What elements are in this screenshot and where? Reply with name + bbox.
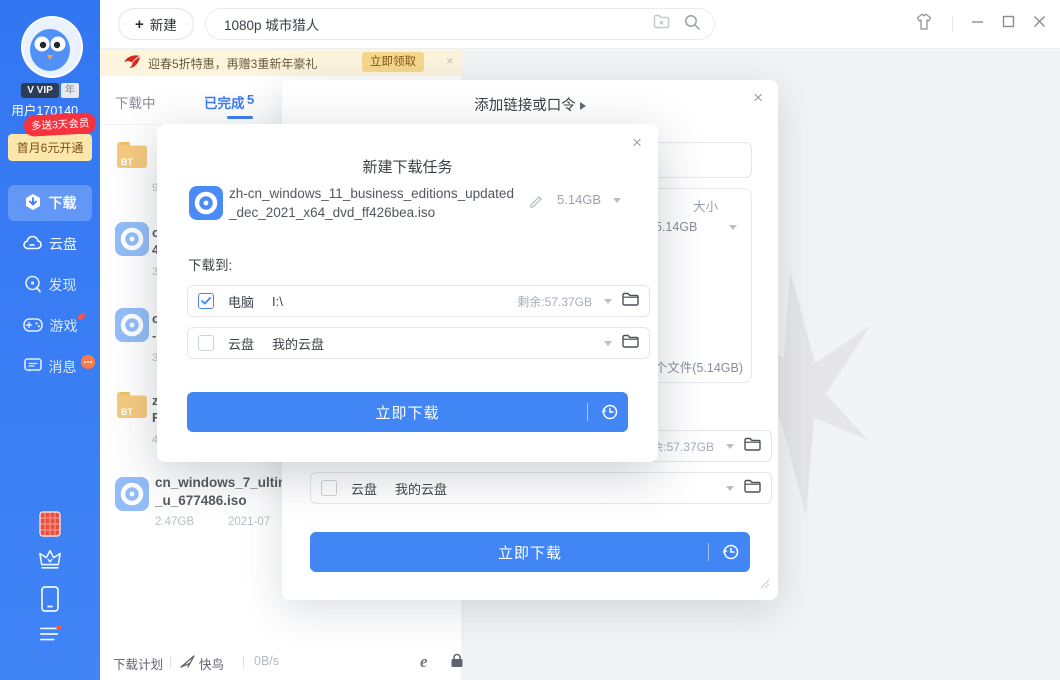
- iso-disc-icon: [115, 308, 149, 342]
- gamepad-icon: [23, 318, 43, 335]
- sidebar-item-messages[interactable]: 消息: [0, 349, 100, 385]
- discover-icon: [24, 275, 42, 296]
- chevron-down-icon[interactable]: [613, 198, 621, 203]
- close-button[interactable]: [1033, 15, 1046, 33]
- file-size-value: 5.14GB: [655, 220, 697, 234]
- chevron-down-icon[interactable]: [726, 486, 734, 491]
- titlebar: + 新建: [100, 0, 1060, 49]
- iso-file-icon: [189, 186, 223, 220]
- folder-browse-icon[interactable]: [622, 292, 639, 311]
- vip-year-tag: 年: [61, 83, 79, 98]
- vip-badge[interactable]: V VIP 年: [0, 81, 100, 96]
- plus-icon: +: [135, 17, 144, 32]
- message-icon: [24, 358, 42, 376]
- speed-bird-icon: [180, 655, 195, 673]
- folder-browse-icon[interactable]: [744, 479, 761, 498]
- collection-folder-icon[interactable]: [653, 14, 670, 34]
- add-link-close-icon[interactable]: ×: [753, 89, 763, 106]
- task-date: 2021-07: [228, 516, 270, 528]
- menu-icon[interactable]: [38, 624, 62, 644]
- sidebar: V VIP年 用户170140... 多送3天会员 首月6元开通 下载 云盘 发…: [0, 0, 100, 680]
- vip-text: VIP: [37, 85, 53, 96]
- ie-browser-icon[interactable]: e: [420, 652, 428, 672]
- iso-disc-icon: [115, 222, 149, 256]
- folder-browse-icon[interactable]: [622, 334, 639, 353]
- sidebar-item-games[interactable]: 游戏: [0, 308, 100, 344]
- resize-handle[interactable]: [760, 576, 770, 594]
- schedule-clock-icon[interactable]: [722, 543, 740, 565]
- theme-skin-icon[interactable]: [914, 13, 934, 36]
- new-task-close-icon[interactable]: ×: [632, 134, 642, 151]
- rename-pencil-icon[interactable]: [529, 194, 544, 214]
- svg-text:BT: BT: [121, 157, 133, 167]
- file-size: 5.14GB: [557, 192, 601, 207]
- maximize-button[interactable]: [1002, 15, 1015, 33]
- checkbox-checked-icon[interactable]: [198, 293, 214, 309]
- cloud-icon: [23, 235, 42, 253]
- sidebar-item-cloud[interactable]: 云盘: [0, 226, 100, 262]
- file-name: zh-cn_windows_11_business_editions_updat…: [229, 184, 517, 222]
- speed-value: 0B/s: [254, 654, 279, 668]
- avatar[interactable]: [21, 16, 83, 78]
- minimize-button[interactable]: [971, 15, 984, 33]
- task-name-fragment: -: [152, 328, 156, 343]
- download-plan-link[interactable]: 下载计划: [113, 654, 163, 673]
- promo-badge-top[interactable]: 多送3天会员: [24, 112, 97, 137]
- vip-v: V: [27, 85, 34, 96]
- save-path-cloud-row[interactable]: 云盘 我的云盘: [310, 472, 772, 504]
- mobile-icon[interactable]: [38, 586, 62, 612]
- chevron-down-icon[interactable]: [604, 299, 612, 304]
- chevron-down-icon[interactable]: [726, 444, 734, 449]
- messages-count-badge: [81, 355, 95, 369]
- chevron-down-icon[interactable]: [729, 225, 737, 230]
- promo-badge-open-vip[interactable]: 首月6元开通: [8, 134, 92, 161]
- checkbox-unchecked-icon[interactable]: [198, 335, 214, 351]
- download-now-button[interactable]: 立即下载: [310, 532, 750, 572]
- sidebar-item-download[interactable]: 下载: [0, 185, 100, 221]
- lock-icon[interactable]: [450, 653, 464, 673]
- search-input[interactable]: [222, 16, 639, 33]
- schedule-clock-icon[interactable]: [601, 403, 619, 425]
- chevron-down-icon[interactable]: [604, 341, 612, 346]
- search-box[interactable]: [205, 8, 715, 40]
- vip-crown-icon[interactable]: [38, 548, 62, 571]
- search-icon[interactable]: [684, 14, 700, 35]
- sidebar-item-discover[interactable]: 发现: [0, 267, 100, 303]
- save-path-cloud-row[interactable]: 云盘 我的云盘: [187, 327, 650, 359]
- controls-divider: [952, 17, 953, 31]
- task-size: 2.47GB: [155, 516, 194, 528]
- expand-arrow-icon[interactable]: [580, 102, 586, 110]
- bt-folder-icon: BT: [115, 140, 149, 174]
- svg-text:BT: BT: [121, 407, 133, 417]
- download-now-button[interactable]: 立即下载: [187, 392, 628, 432]
- new-task-dialog: × 新建下载任务 zh-cn_windows_11_business_editi…: [157, 124, 658, 462]
- window-controls: [914, 0, 1046, 48]
- save-to-label: 下载到:: [188, 254, 232, 274]
- statusbar: 下载计划 快鸟 0B/s e: [100, 645, 461, 680]
- add-link-dialog-title: 添加链接或口令: [282, 94, 778, 115]
- download-icon: [24, 193, 42, 214]
- games-red-dot: [78, 315, 83, 320]
- folder-browse-icon[interactable]: [744, 437, 761, 456]
- save-path-computer-row[interactable]: 电脑 I:\ 剩余:57.37GB: [187, 285, 650, 317]
- red-packet-icon[interactable]: [38, 511, 62, 537]
- new-task-dialog-title: 新建下载任务: [157, 156, 658, 177]
- size-column-header: 大小: [693, 196, 718, 215]
- checkbox-unchecked-icon[interactable]: [321, 480, 337, 496]
- new-task-label: 新建: [150, 14, 177, 34]
- new-task-button[interactable]: + 新建: [118, 8, 194, 40]
- bt-folder-icon: BT: [115, 390, 149, 424]
- iso-disc-icon: [115, 477, 149, 511]
- fast-bird-link[interactable]: 快鸟: [199, 654, 224, 673]
